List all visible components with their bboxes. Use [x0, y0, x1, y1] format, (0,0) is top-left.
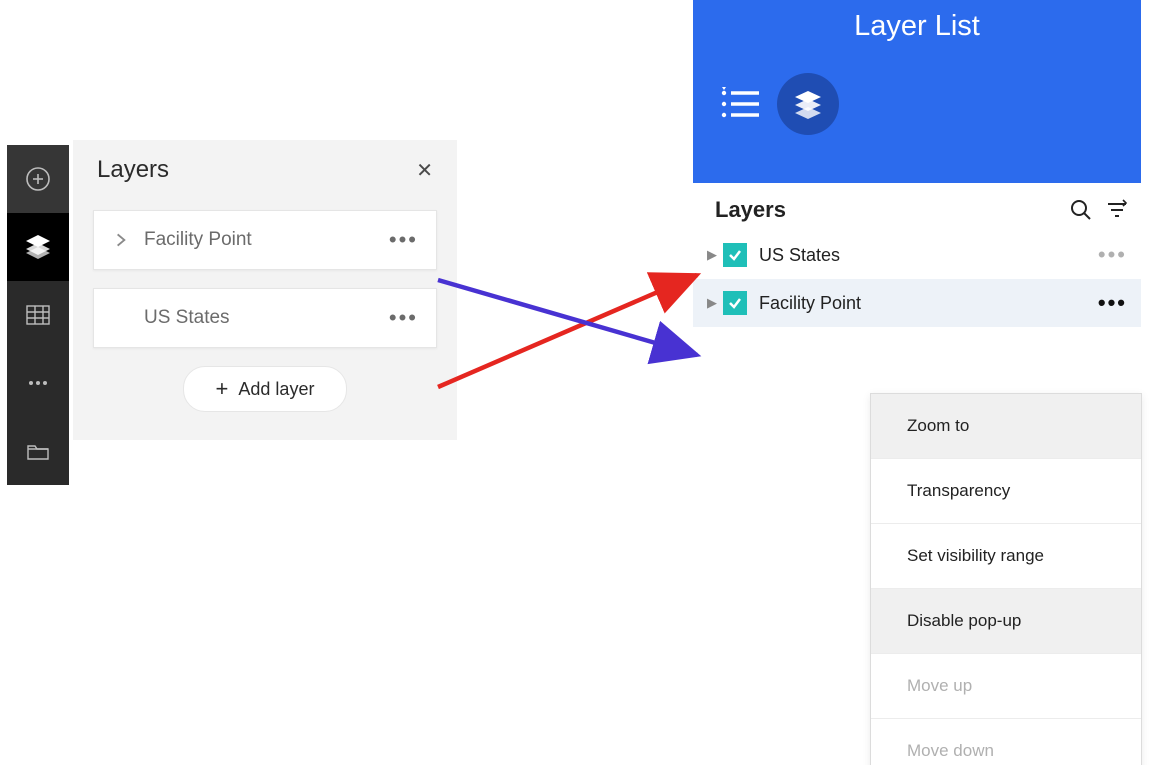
sidebar-add-button[interactable] — [7, 145, 69, 213]
add-layer-button[interactable]: + Add layer — [183, 366, 347, 412]
table-icon — [25, 302, 51, 328]
layer-more-icon[interactable]: ••• — [389, 305, 418, 331]
layer-list-header: Layers — [693, 183, 1141, 231]
layer-actions-icon[interactable]: ••• — [1098, 290, 1127, 316]
menu-item-move-up: Move up — [871, 654, 1141, 719]
widget-icon-row — [693, 43, 1141, 135]
menu-item-disable-popup[interactable]: Disable pop-up — [871, 589, 1141, 654]
widget-layers-button[interactable] — [777, 73, 839, 135]
layer-name: US States — [144, 307, 230, 329]
layers-panel: Layers ✕ Facility Point ••• US States ••… — [73, 140, 457, 440]
menu-item-visibility-range[interactable]: Set visibility range — [871, 524, 1141, 589]
layer-list-item[interactable]: ▶ US States ••• — [693, 231, 1141, 279]
caret-right-icon[interactable] — [112, 231, 130, 249]
visibility-checkbox[interactable] — [723, 243, 747, 267]
layer-card[interactable]: Facility Point ••• — [93, 210, 437, 270]
layer-card-row: Facility Point ••• — [94, 211, 436, 269]
layer-more-icon[interactable]: ••• — [389, 227, 418, 253]
layer-context-menu: Zoom to Transparency Set visibility rang… — [870, 393, 1142, 765]
sidebar-layers-button[interactable] — [7, 213, 69, 281]
menu-item-zoom-to[interactable]: Zoom to — [871, 394, 1141, 459]
folder-icon — [25, 438, 51, 464]
plus-circle-icon — [24, 165, 52, 193]
visibility-checkbox[interactable] — [723, 291, 747, 315]
plus-icon: + — [216, 378, 229, 400]
sidebar-folder-button[interactable] — [7, 417, 69, 485]
layer-actions-icon[interactable]: ••• — [1098, 242, 1127, 268]
app-sidebar — [7, 145, 69, 485]
layers-panel-title: Layers — [97, 156, 169, 184]
widget-header: Layer List — [693, 0, 1141, 183]
layer-list-item[interactable]: ▶ Facility Point ••• — [693, 279, 1141, 327]
caret-right-icon[interactable]: ▶ — [707, 295, 717, 311]
ellipsis-icon — [25, 370, 51, 396]
sidebar-table-button[interactable] — [7, 281, 69, 349]
search-icon[interactable] — [1069, 198, 1093, 222]
layer-name: Facility Point — [144, 229, 252, 251]
layers-icon — [23, 232, 53, 262]
filter-icon[interactable] — [1105, 198, 1129, 222]
widget-title: Layer List — [693, 0, 1141, 43]
add-layer-label: Add layer — [238, 379, 314, 400]
layer-card[interactable]: US States ••• — [93, 288, 437, 348]
caret-right-icon[interactable]: ▶ — [707, 247, 717, 263]
layers-stack-icon — [791, 87, 825, 121]
layer-list-panel: Layers ▶ US States ••• ▶ Facility Point … — [693, 183, 1141, 327]
menu-item-move-down: Move down — [871, 719, 1141, 765]
layer-list-title: Layers — [715, 197, 1057, 223]
layer-card-row: US States ••• — [94, 289, 436, 347]
list-icon[interactable] — [719, 86, 763, 122]
sidebar-more-button[interactable] — [7, 349, 69, 417]
layer-item-label: Facility Point — [759, 293, 1098, 314]
layers-panel-header: Layers ✕ — [73, 140, 457, 192]
close-icon[interactable]: ✕ — [416, 158, 433, 183]
menu-item-transparency[interactable]: Transparency — [871, 459, 1141, 524]
layer-item-label: US States — [759, 245, 1098, 266]
